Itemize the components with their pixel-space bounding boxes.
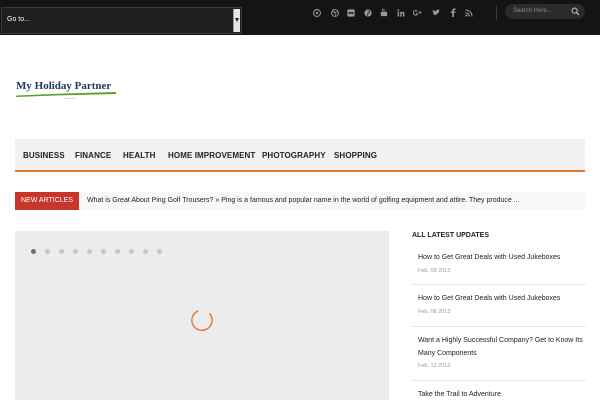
slider-dot[interactable] xyxy=(143,249,148,254)
sidebar-title: ALL LATEST UPDATES xyxy=(412,232,489,239)
dribbble-icon[interactable] xyxy=(330,8,339,17)
search-placeholder: Search Here... xyxy=(513,8,552,14)
slider-dot[interactable] xyxy=(31,249,36,254)
sidebar-post-title[interactable]: Take the Trail to Adventure xyxy=(418,388,588,401)
chevron-down-icon[interactable] xyxy=(233,9,240,32)
slider-dot[interactable] xyxy=(157,249,162,254)
sidebar-post-date: Feb, 08 2013 xyxy=(418,309,451,315)
loading-spinner-icon xyxy=(191,310,213,332)
sidebar-post-date: Feb, 08 2013 xyxy=(418,268,451,274)
top-bar: Go to... Search Here... xyxy=(0,0,600,35)
news-ticker: NEW ARTICLES What is Great About Ping Go… xyxy=(15,192,585,210)
nav-item-photography[interactable]: PHOTOGRAPHY xyxy=(262,151,326,160)
ticker-article-link[interactable]: What is Great About Ping Golf Trousers? … xyxy=(87,197,520,204)
nav-item-shopping[interactable]: SHOPPING xyxy=(334,151,377,160)
site-logo[interactable]: My Holiday Partner xyxy=(16,80,116,102)
goto-select[interactable]: Go to... xyxy=(1,7,242,34)
slider-dot[interactable] xyxy=(129,249,134,254)
linkedin-icon[interactable] xyxy=(396,8,405,17)
sidebar-post-title[interactable]: How to Get Great Deals with Used Jukebox… xyxy=(418,292,588,305)
slider-dot[interactable] xyxy=(73,249,78,254)
flickr-icon[interactable] xyxy=(346,8,355,17)
facebook-icon[interactable] xyxy=(448,8,457,17)
google-plus-icon[interactable] xyxy=(413,8,422,17)
divider xyxy=(412,380,586,381)
slider-dot[interactable] xyxy=(115,249,120,254)
search-input[interactable]: Search Here... xyxy=(505,4,585,19)
nav-item-business[interactable]: BUSINESS xyxy=(23,151,65,160)
ticker-badge: NEW ARTICLES xyxy=(15,192,79,210)
sidebar-post-title[interactable]: Want a Highly Successful Company? Get to… xyxy=(418,334,588,360)
youtube-icon[interactable] xyxy=(379,8,388,17)
slider-dot[interactable] xyxy=(45,249,50,254)
divider xyxy=(412,326,586,327)
github-icon[interactable] xyxy=(312,8,321,17)
sidebar-post-date: Feb, 12 2013 xyxy=(418,363,451,369)
rss-icon[interactable] xyxy=(464,8,473,17)
nav-item-health[interactable]: HEALTH xyxy=(123,151,155,160)
pinterest-icon[interactable] xyxy=(363,8,372,17)
slider-dot[interactable] xyxy=(87,249,92,254)
nav-item-home-improvement[interactable]: HOME IMPROVEMENT xyxy=(168,151,255,160)
slider-dot[interactable] xyxy=(101,249,106,254)
nav-item-finance[interactable]: FINANCE xyxy=(75,151,111,160)
main-navigation: BUSINESS FINANCE HEALTH HOME IMPROVEMENT… xyxy=(15,139,585,172)
slider-dot[interactable] xyxy=(59,249,64,254)
featured-slider xyxy=(15,231,389,400)
search-icon[interactable] xyxy=(571,7,580,16)
goto-select-label: Go to... xyxy=(7,16,30,23)
divider xyxy=(496,5,497,20)
twitter-icon[interactable] xyxy=(431,8,440,17)
sidebar-post-title[interactable]: How to Get Great Deals with Used Jukebox… xyxy=(418,251,588,264)
logo-swoosh-icon xyxy=(16,92,116,99)
divider xyxy=(412,284,586,285)
